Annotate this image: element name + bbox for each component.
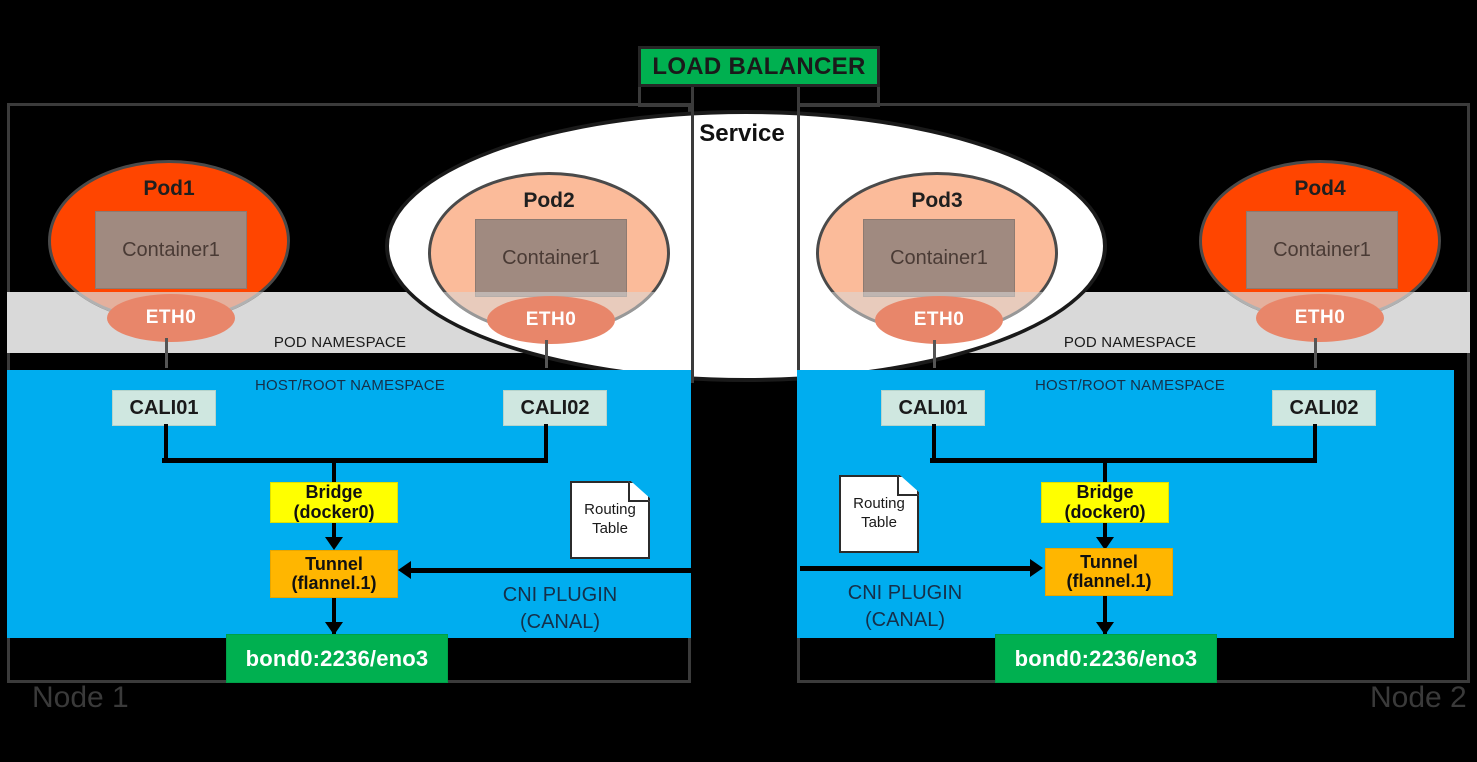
interconnect-line-node2 (800, 566, 1032, 571)
pod-1-container: Container1 (95, 211, 247, 289)
bridge-bus-node1 (162, 458, 548, 463)
tunnel-line1: Tunnel (305, 553, 363, 574)
bridge-bus-node2 (930, 458, 1317, 463)
interconnect-arrow-node1 (398, 561, 411, 579)
cali01-node1: CALI01 (112, 390, 216, 426)
cni-plugin-label-node2: CNI PLUGIN (CANAL) (815, 580, 995, 634)
routing-table-line2: Table (592, 520, 628, 537)
host-namespace-label-node1: HOST/ROOT NAMESPACE (255, 377, 445, 394)
pod-4-container: Container1 (1246, 211, 1398, 289)
pod-2-container: Container1 (475, 219, 627, 297)
bond0-downlink-node2 (1103, 683, 1107, 705)
load-balancer-box: LOAD BALANCER (638, 46, 880, 87)
bridge-to-tunnel-arrow-node1 (325, 537, 343, 550)
bridge-uplink-node2 (1103, 458, 1107, 485)
cni-line2: (CANAL) (519, 611, 600, 633)
routing-table-node1: Routing Table (570, 481, 650, 559)
node-1-caption: Node 1 (32, 681, 129, 714)
cni-line1: CNI PLUGIN (847, 582, 963, 604)
pod-2-eth0: ETH0 (487, 296, 615, 344)
bond0-node1: bond0:2236/eno3 (226, 634, 448, 683)
cni-line2: (CANAL) (864, 609, 945, 631)
bridge-line1: Bridge (305, 482, 363, 503)
pod-1-label: Pod1 (143, 177, 195, 200)
cali01-downlink-node1 (164, 424, 168, 461)
pod-3-label: Pod3 (911, 189, 963, 212)
routing-table-line2: Table (861, 514, 897, 531)
routing-table-text-node1: Routing Table (570, 481, 650, 559)
routing-table-line1: Routing (853, 495, 905, 513)
tunnel-flannel-node2: Tunnel (flannel.1) (1045, 548, 1173, 596)
pod-3-container: Container1 (863, 219, 1015, 297)
bridge-line2: (docker0) (293, 501, 375, 522)
pod-1-veth-upper (165, 338, 168, 370)
tunnel-line2: (flannel.1) (291, 573, 377, 593)
cni-plugin-label-node1: CNI PLUGIN (CANAL) (470, 582, 650, 636)
bond0-downlink-node1 (332, 683, 336, 705)
cali02-node1: CALI02 (503, 390, 607, 426)
pod-2-label: Pod2 (523, 189, 575, 212)
routing-table-text-node2: Routing Table (839, 475, 919, 553)
pod-namespace-label-node2: POD NAMESPACE (1063, 334, 1197, 351)
pod-namespace-label-node1: POD NAMESPACE (273, 334, 407, 351)
cali01-node2: CALI01 (881, 390, 985, 426)
bridge-line1: Bridge (1076, 482, 1134, 503)
service-label: Service (699, 120, 785, 147)
bridge-docker0-node1: Bridge (docker0) (270, 482, 398, 523)
pod-2-veth-upper (545, 340, 548, 370)
tunnel-flannel-node1: Tunnel (flannel.1) (270, 550, 398, 598)
routing-table-line1: Routing (584, 501, 636, 519)
node-2-caption: Node 2 (1370, 681, 1467, 714)
cali02-downlink-node1 (544, 424, 548, 461)
cni-line1: CNI PLUGIN (502, 584, 618, 606)
pod-4-veth-upper (1314, 338, 1317, 370)
tunnel-line1: Tunnel (1080, 551, 1138, 572)
cali01-downlink-node2 (932, 424, 936, 461)
cali02-node2: CALI02 (1272, 390, 1376, 426)
bridge-docker0-node2: Bridge (docker0) (1041, 482, 1169, 523)
pod-4-label: Pod4 (1294, 177, 1346, 200)
bridge-line2: (docker0) (1064, 501, 1146, 522)
routing-table-node2: Routing Table (839, 475, 919, 553)
interconnect-line-node1 (410, 568, 691, 573)
tunnel-line2: (flannel.1) (1066, 571, 1152, 591)
interconnect-arrow-node2 (1030, 559, 1043, 577)
diagram-canvas: LOAD BALANCER Service Pod1 Container1 ET… (0, 0, 1477, 762)
host-namespace-label-node2: HOST/ROOT NAMESPACE (1035, 377, 1225, 394)
pod-3-veth-upper (933, 340, 936, 370)
bridge-uplink-node1 (332, 458, 336, 485)
cali02-downlink-node2 (1313, 424, 1317, 461)
bond0-node2: bond0:2236/eno3 (995, 634, 1217, 683)
